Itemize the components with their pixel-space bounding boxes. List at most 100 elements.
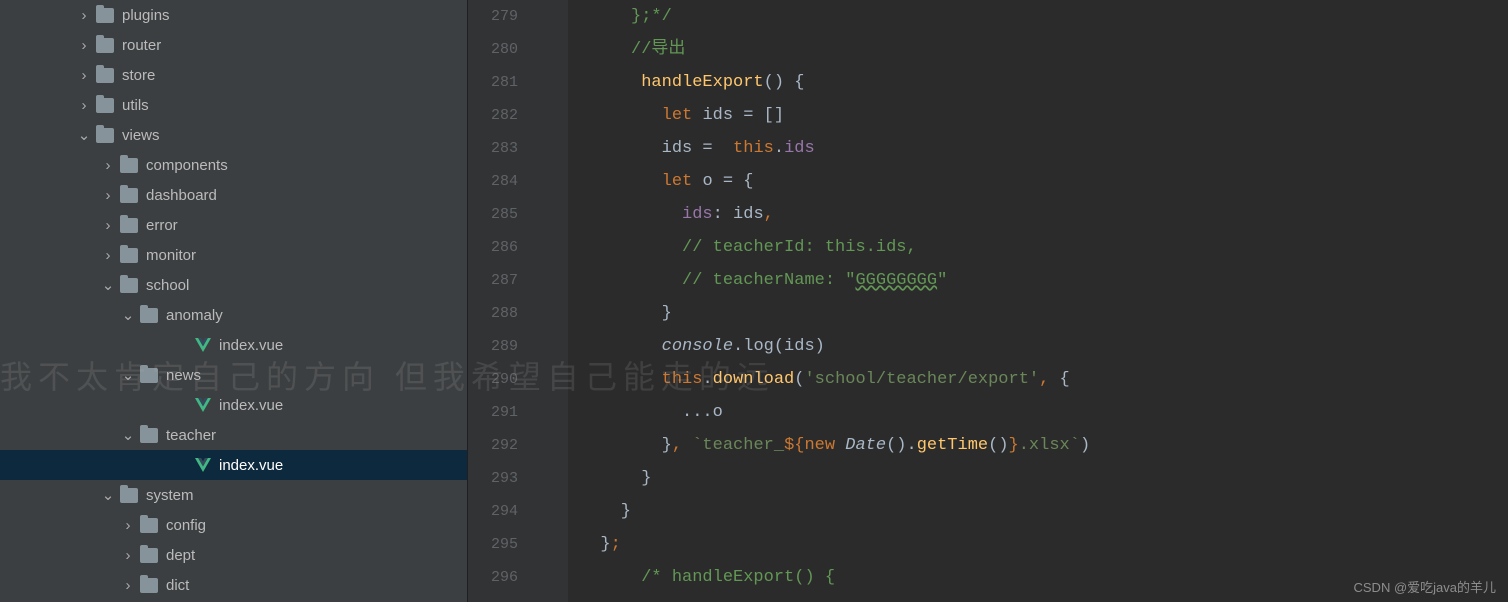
tree-item-dashboard[interactable]: ›dashboard	[0, 180, 467, 210]
line-number: 282	[468, 99, 518, 132]
tree-item-anomaly[interactable]: ⌄ anomaly	[0, 300, 467, 330]
code-line[interactable]: }	[580, 462, 1508, 495]
tree-item-views[interactable]: ⌄views	[0, 120, 467, 150]
code-line[interactable]: }	[580, 297, 1508, 330]
tree-item-school[interactable]: ⌄school	[0, 270, 467, 300]
line-number: 280	[468, 33, 518, 66]
tree-item-label: news	[166, 367, 201, 384]
file-tree-sidebar: ›plugins›router›store›utils⌄views›compon…	[0, 0, 468, 602]
folder-icon	[120, 248, 138, 263]
tree-item-news[interactable]: ⌄ news	[0, 360, 467, 390]
tree-item-label: teacher	[166, 427, 216, 444]
tree-item-label: views	[122, 127, 160, 144]
code-line[interactable]: };	[580, 528, 1508, 561]
tree-item-dict[interactable]: › dict	[0, 570, 467, 600]
folder-icon	[120, 188, 138, 203]
tree-item-label: school	[146, 277, 189, 294]
tree-item-label: error	[146, 217, 178, 234]
code-line[interactable]: this.download('school/teacher/export', {	[580, 363, 1508, 396]
csdn-attribution: CSDN @爱吃java的羊儿	[1354, 577, 1497, 596]
tree-item-error[interactable]: › error	[0, 210, 467, 240]
code-line[interactable]: ...o	[580, 396, 1508, 429]
line-number: 296	[468, 561, 518, 594]
line-number: 294	[468, 495, 518, 528]
tree-item-store[interactable]: › store	[0, 60, 467, 90]
chevron-icon: ›	[100, 217, 116, 234]
chevron-icon: ⌄	[120, 366, 136, 384]
tree-item-label: dict	[166, 577, 189, 594]
tree-item-label: store	[122, 67, 155, 84]
code-line[interactable]: // teacherName: "GGGGGGGG"	[580, 264, 1508, 297]
folder-icon	[140, 548, 158, 563]
line-number: 290	[468, 363, 518, 396]
tree-item-label: plugins	[122, 7, 170, 24]
chevron-icon: ⌄	[120, 306, 136, 324]
tree-item-index-vue[interactable]: index.vue	[0, 390, 467, 420]
code-line[interactable]: let o = {	[580, 165, 1508, 198]
tree-item-components[interactable]: › components	[0, 150, 467, 180]
chevron-icon: ⌄	[100, 486, 116, 504]
tree-item-label: monitor	[146, 247, 196, 264]
chevron-icon: ⌄	[120, 426, 136, 444]
tree-item-index-vue[interactable]: index.vue	[0, 330, 467, 360]
line-number: 283	[468, 132, 518, 165]
tree-item-label: index.vue	[219, 337, 283, 354]
code-line[interactable]: let ids = []	[580, 99, 1508, 132]
tree-item-router[interactable]: ›router	[0, 30, 467, 60]
code-line[interactable]: console.log(ids)	[580, 330, 1508, 363]
tree-item-config[interactable]: › config	[0, 510, 467, 540]
tree-item-dept[interactable]: › dept	[0, 540, 467, 570]
code-line[interactable]: ids = this.ids	[580, 132, 1508, 165]
chevron-icon: ›	[120, 577, 136, 594]
chevron-icon: ›	[100, 157, 116, 174]
tree-item-plugins[interactable]: › plugins	[0, 0, 467, 30]
line-number: 292	[468, 429, 518, 462]
chevron-icon: ›	[76, 37, 92, 54]
code-line[interactable]: // teacherId: this.ids,	[580, 231, 1508, 264]
folder-icon	[120, 158, 138, 173]
code-line[interactable]: };*/	[580, 0, 1508, 33]
tree-item-utils[interactable]: ›utils	[0, 90, 467, 120]
tree-item-monitor[interactable]: › monitor	[0, 240, 467, 270]
code-line[interactable]: handleExport() {	[580, 66, 1508, 99]
chevron-icon: ›	[120, 547, 136, 564]
tree-item-label: components	[146, 157, 228, 174]
folder-icon	[96, 128, 114, 143]
line-number: 295	[468, 528, 518, 561]
line-number: 293	[468, 462, 518, 495]
line-number-gutter: 2792802812822832842852862872882892902912…	[468, 0, 538, 602]
line-number: 288	[468, 297, 518, 330]
chevron-icon: ›	[76, 67, 92, 84]
line-number: 279	[468, 0, 518, 33]
vue-icon	[195, 458, 211, 472]
tree-item-label: index.vue	[219, 397, 283, 414]
tree-item-label: dept	[166, 547, 195, 564]
folder-icon	[120, 218, 138, 233]
code-line[interactable]: ids: ids,	[580, 198, 1508, 231]
chevron-icon: ›	[100, 247, 116, 264]
code-line[interactable]: }, `teacher_${new Date().getTime()}.xlsx…	[580, 429, 1508, 462]
folder-icon	[96, 98, 114, 113]
folder-icon	[140, 518, 158, 533]
vue-icon	[195, 398, 211, 412]
folder-icon	[140, 368, 158, 383]
folder-icon	[96, 8, 114, 23]
line-number: 281	[468, 66, 518, 99]
chevron-icon: ›	[76, 7, 92, 24]
tree-item-label: system	[146, 487, 194, 504]
tree-item-system[interactable]: ⌄ system	[0, 480, 467, 510]
code-line[interactable]: }	[580, 495, 1508, 528]
tree-item-index-vue[interactable]: index.vue	[0, 450, 467, 480]
chevron-icon: ›	[120, 517, 136, 534]
line-number: 291	[468, 396, 518, 429]
line-number: 285	[468, 198, 518, 231]
file-tree: ›plugins›router›store›utils⌄views›compon…	[0, 0, 467, 602]
code-line[interactable]: //导出	[580, 33, 1508, 66]
code-area[interactable]: };*/ //导出 handleExport() { let ids = [] …	[568, 0, 1508, 602]
tree-item-label: config	[166, 517, 206, 534]
tree-item-label: anomaly	[166, 307, 223, 324]
tree-item-label: dashboard	[146, 187, 217, 204]
tree-item-teacher[interactable]: ⌄ teacher	[0, 420, 467, 450]
line-number: 284	[468, 165, 518, 198]
folder-icon	[96, 68, 114, 83]
